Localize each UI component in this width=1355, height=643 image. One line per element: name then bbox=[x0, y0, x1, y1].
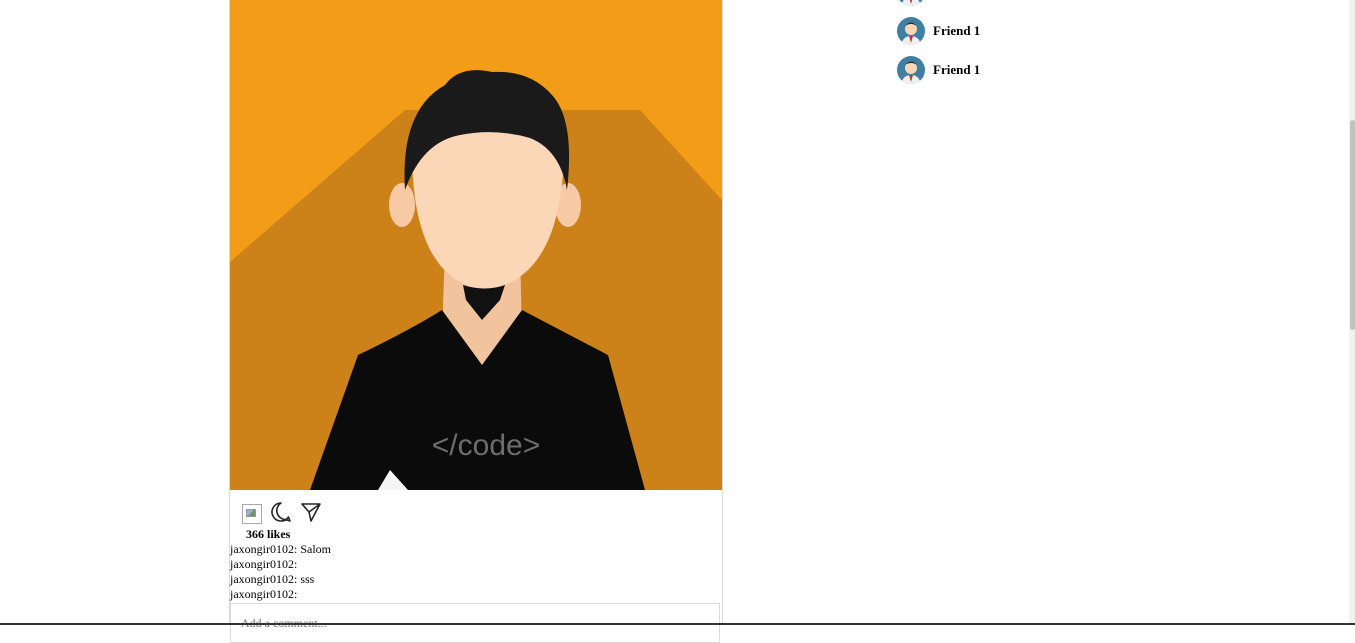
scroll-thumb[interactable] bbox=[1350, 120, 1355, 330]
friend-item[interactable]: Friend 1 bbox=[897, 56, 980, 84]
scrollbar[interactable] bbox=[1349, 0, 1355, 625]
friends-list: Friend 1 Friend 1 bbox=[897, 0, 980, 95]
friend-name: Friend 1 bbox=[933, 62, 981, 77]
post-actions bbox=[242, 500, 322, 524]
friend-item[interactable]: Friend 1 bbox=[897, 17, 980, 45]
comment-item: jaxongir0102: Salom bbox=[230, 542, 331, 556]
share-icon[interactable] bbox=[300, 501, 322, 523]
comment-item: jaxongir0102: sss bbox=[230, 572, 315, 586]
likes-count: 366 likes bbox=[246, 527, 291, 541]
like-icon[interactable] bbox=[242, 503, 262, 524]
friend-item[interactable] bbox=[897, 0, 980, 6]
post-image[interactable]: </code> bbox=[230, 0, 722, 490]
avatar bbox=[897, 56, 925, 84]
avatar bbox=[897, 17, 925, 45]
comment-icon[interactable] bbox=[270, 501, 292, 523]
avatar bbox=[897, 0, 925, 6]
shirt-text: </code> bbox=[432, 429, 540, 462]
comment-list: jaxongir0102: Salom jaxongir0102: jaxong… bbox=[230, 542, 331, 602]
comment-item: jaxongir0102: bbox=[230, 557, 298, 571]
comment-item: jaxongir0102: bbox=[230, 587, 298, 601]
post-card: </code> 366 likes jaxongir0102: Salom ja… bbox=[229, 0, 723, 643]
friend-name: Friend 1 bbox=[933, 23, 981, 38]
